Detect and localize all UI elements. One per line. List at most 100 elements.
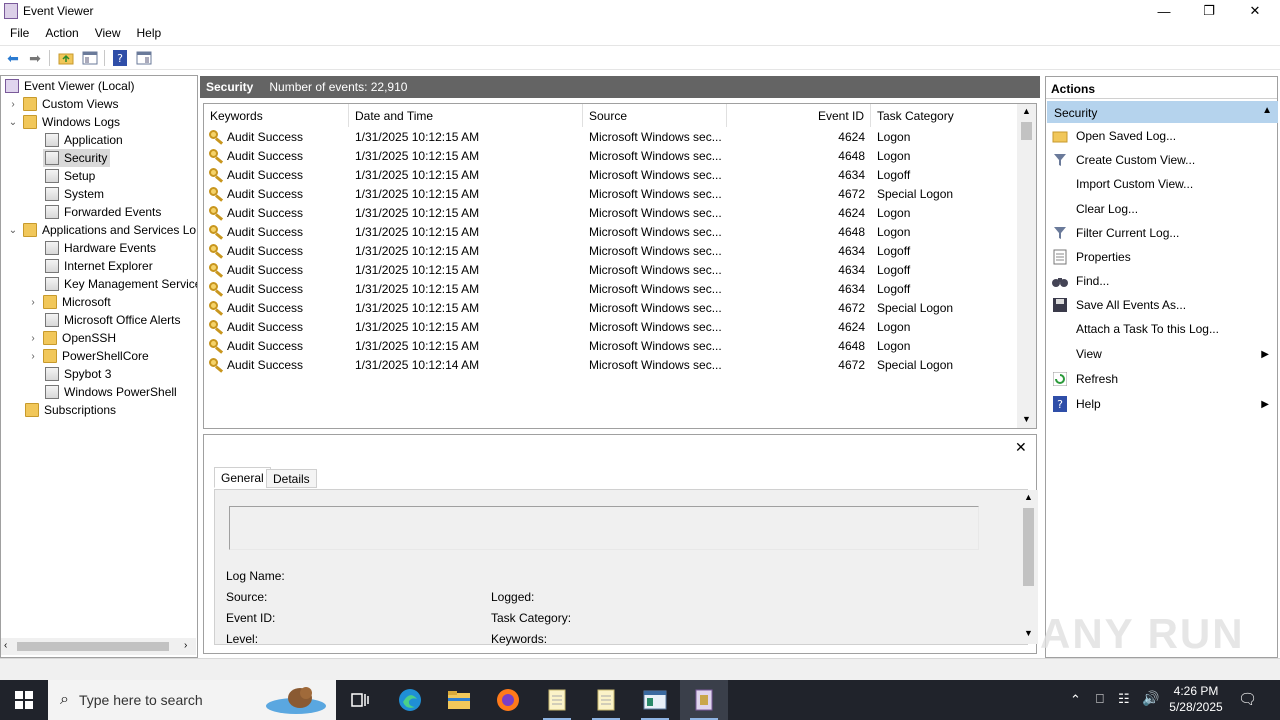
- back-arrow-icon[interactable]: ⬅: [4, 49, 22, 67]
- tree-item-subscriptions[interactable]: Subscriptions: [25, 401, 116, 419]
- actions-section-security[interactable]: Security ▲: [1047, 101, 1278, 123]
- chevron-right-icon[interactable]: ›: [27, 297, 39, 308]
- table-row[interactable]: Audit Success 1/31/2025 10:12:15 AM Micros…: [204, 242, 1020, 261]
- edge-browser-icon[interactable]: [386, 680, 434, 720]
- action-properties[interactable]: Properties: [1046, 246, 1277, 268]
- collapse-arrow-icon[interactable]: ▲: [1262, 105, 1272, 116]
- table-row[interactable]: Audit Success 1/31/2025 10:12:15 AM Micros…: [204, 318, 1020, 337]
- chevron-right-icon[interactable]: ›: [27, 351, 39, 362]
- action-save-all-events-as[interactable]: Save All Events As...: [1046, 294, 1277, 316]
- table-row[interactable]: Audit Success 1/31/2025 10:12:15 AM Micros…: [204, 185, 1020, 204]
- taskbar-search-box[interactable]: ⌕ Type here to search: [48, 680, 336, 720]
- action-filter-current-log[interactable]: Filter Current Log...: [1046, 222, 1277, 244]
- help-icon[interactable]: ?: [111, 49, 129, 67]
- tree-horizontal-scrollbar[interactable]: ‹ ›: [1, 638, 196, 655]
- close-button[interactable]: ✕: [1232, 0, 1278, 22]
- tree-item-forwarded-events[interactable]: Forwarded Events: [45, 203, 161, 221]
- tree-item-key-management-service[interactable]: Key Management Service: [45, 275, 197, 293]
- tree-item-microsoft[interactable]: › Microsoft: [27, 293, 111, 311]
- firefox-icon[interactable]: [484, 680, 532, 720]
- scroll-down-icon[interactable]: ▼: [1024, 628, 1033, 638]
- tree-item-hardware-events[interactable]: Hardware Events: [45, 239, 156, 257]
- notepad-icon[interactable]: [533, 680, 581, 720]
- chevron-right-icon[interactable]: ›: [27, 333, 39, 344]
- menu-help[interactable]: Help: [129, 22, 170, 44]
- table-row[interactable]: Audit Success 1/31/2025 10:12:15 AM Micros…: [204, 128, 1020, 147]
- up-folder-icon[interactable]: [57, 49, 75, 67]
- network-icon[interactable]: ☷: [1118, 691, 1130, 707]
- show-hide-tree-icon[interactable]: [81, 49, 99, 67]
- action-create-custom-view[interactable]: Create Custom View...: [1046, 149, 1277, 171]
- table-row[interactable]: Audit Success 1/31/2025 10:12:15 AM Micros…: [204, 204, 1020, 223]
- task-view-icon[interactable]: [336, 680, 384, 720]
- show-hidden-icons-icon[interactable]: ⌃: [1070, 692, 1081, 708]
- table-row[interactable]: Audit Success 1/31/2025 10:12:15 AM Micros…: [204, 166, 1020, 185]
- events-vertical-scrollbar[interactable]: ▲ ▼: [1017, 104, 1036, 428]
- tree-root[interactable]: Event Viewer (Local): [5, 77, 135, 95]
- table-row[interactable]: Audit Success 1/31/2025 10:12:15 AM Micros…: [204, 147, 1020, 166]
- column-date-time[interactable]: Date and Time: [349, 104, 583, 127]
- tree-item-application[interactable]: Application: [45, 131, 123, 149]
- forward-arrow-icon[interactable]: ➡: [26, 49, 44, 67]
- chevron-down-icon[interactable]: ⌄: [7, 225, 19, 236]
- column-keywords[interactable]: Keywords: [204, 104, 349, 127]
- scroll-thumb[interactable]: [17, 642, 169, 651]
- menu-action[interactable]: Action: [37, 22, 86, 44]
- action-find[interactable]: Find...: [1046, 270, 1277, 292]
- tree-item-openssh[interactable]: › OpenSSH: [27, 329, 116, 347]
- action-view[interactable]: View ▶: [1046, 343, 1277, 365]
- start-button[interactable]: [0, 680, 48, 720]
- tree-item-windows-powershell[interactable]: Windows PowerShell: [45, 383, 177, 401]
- column-event-id[interactable]: Event ID: [727, 104, 871, 127]
- event-viewer-taskbar-icon[interactable]: [680, 680, 728, 720]
- tree-item-windows-logs[interactable]: ⌄ Windows Logs: [7, 113, 120, 131]
- tree-item-system[interactable]: System: [45, 185, 104, 203]
- console-window-icon[interactable]: [631, 680, 679, 720]
- scroll-left-icon[interactable]: ‹: [4, 640, 7, 651]
- chevron-right-icon[interactable]: ›: [7, 99, 19, 110]
- close-details-icon[interactable]: ✕: [1015, 439, 1027, 456]
- table-row[interactable]: Audit Success 1/31/2025 10:12:14 AM Micros…: [204, 356, 1020, 375]
- menu-view[interactable]: View: [87, 22, 129, 44]
- chevron-down-icon[interactable]: ⌄: [7, 117, 19, 128]
- table-row[interactable]: Audit Success 1/31/2025 10:12:15 AM Micros…: [204, 261, 1020, 280]
- table-row[interactable]: Audit Success 1/31/2025 10:12:15 AM Micros…: [204, 299, 1020, 318]
- table-row[interactable]: Audit Success 1/31/2025 10:12:15 AM Micros…: [204, 280, 1020, 299]
- table-row[interactable]: Audit Success 1/31/2025 10:12:15 AM Micros…: [204, 223, 1020, 242]
- tree-item-spybot[interactable]: Spybot 3: [45, 365, 111, 383]
- notifications-icon[interactable]: 🗨: [1238, 690, 1257, 708]
- action-clear-log[interactable]: Clear Log...: [1046, 198, 1277, 220]
- action-open-saved-log[interactable]: Open Saved Log...: [1046, 125, 1277, 147]
- scroll-up-icon[interactable]: ▲: [1024, 492, 1033, 502]
- action-refresh[interactable]: Refresh: [1046, 368, 1277, 390]
- tree-item-applications-services[interactable]: ⌄ Applications and Services Lo: [7, 221, 196, 239]
- scroll-right-icon[interactable]: ›: [184, 640, 187, 651]
- device-icon[interactable]: ⎕: [1096, 691, 1104, 707]
- tree-item-setup[interactable]: Setup: [45, 167, 95, 185]
- show-hide-action-pane-icon[interactable]: [135, 49, 153, 67]
- scroll-up-icon[interactable]: ▲: [1022, 106, 1031, 116]
- tab-details[interactable]: Details: [266, 469, 317, 488]
- file-explorer-icon[interactable]: [435, 680, 483, 720]
- scroll-thumb[interactable]: [1021, 122, 1032, 140]
- table-row[interactable]: Audit Success 1/31/2025 10:12:15 AM Micros…: [204, 337, 1020, 356]
- tab-general[interactable]: General: [214, 467, 271, 488]
- tree-item-office-alerts[interactable]: Microsoft Office Alerts: [45, 311, 180, 329]
- tree-item-internet-explorer[interactable]: Internet Explorer: [45, 257, 153, 275]
- column-task-category[interactable]: Task Category: [871, 104, 1021, 127]
- volume-icon[interactable]: 🔊: [1142, 690, 1159, 707]
- tree-item-custom-views[interactable]: › Custom Views: [7, 95, 118, 113]
- action-import-custom-view[interactable]: Import Custom View...: [1046, 173, 1277, 195]
- system-clock[interactable]: 4:26 PM 5/28/2025: [1166, 683, 1226, 715]
- column-source[interactable]: Source: [583, 104, 727, 127]
- notepad-icon-2[interactable]: [582, 680, 630, 720]
- action-attach-a-task-to-this-log[interactable]: Attach a Task To this Log...: [1046, 318, 1277, 340]
- details-vertical-scrollbar[interactable]: ▲ ▼: [1019, 490, 1038, 644]
- minimize-button[interactable]: —: [1141, 0, 1187, 22]
- tree-item-powershellcore[interactable]: › PowerShellCore: [27, 347, 149, 365]
- restore-button[interactable]: ❐: [1186, 0, 1232, 22]
- action-help[interactable]: ? Help ▶: [1046, 393, 1277, 415]
- menu-file[interactable]: File: [2, 22, 37, 44]
- scroll-down-icon[interactable]: ▼: [1022, 414, 1031, 424]
- scroll-thumb[interactable]: [1023, 508, 1034, 586]
